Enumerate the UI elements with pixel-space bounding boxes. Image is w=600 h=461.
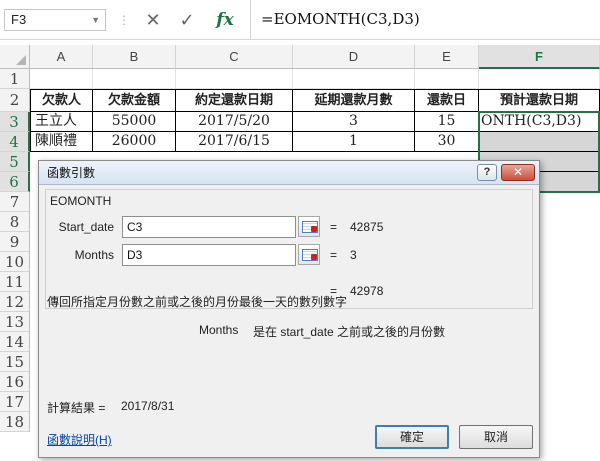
function-help-link[interactable]: 函數說明(H) xyxy=(47,431,112,448)
function-arguments-dialog: 函數引數 ? ✕ EOMONTH Start_date C3 = 42875 M… xyxy=(38,160,540,458)
cell-c3[interactable]: 2017/5/20 xyxy=(176,112,293,132)
name-box-value: F3 xyxy=(11,12,27,27)
cell-a1[interactable] xyxy=(30,69,93,89)
cell-d3[interactable]: 3 xyxy=(293,112,415,132)
function-arguments-group: EOMONTH Start_date C3 = 42875 Months D3 … xyxy=(45,189,533,309)
row-header-1[interactable]: 1 xyxy=(0,69,30,89)
months-equals: = xyxy=(330,248,338,262)
formula-result: 42978 xyxy=(350,284,384,298)
row-header-7[interactable]: 7 xyxy=(0,192,30,212)
argument-description: 是在 start_date 之前或之後的月份數 xyxy=(253,325,446,339)
select-all-button[interactable] xyxy=(0,45,30,69)
row-header-18[interactable]: 18 xyxy=(0,412,30,432)
column-header-b[interactable]: B xyxy=(93,45,176,69)
header-cell-due-date[interactable]: 約定還款日期 xyxy=(176,89,293,112)
cell-c4[interactable]: 2017/6/15 xyxy=(176,132,293,152)
formula-input[interactable]: =EOMONTH(C3,D3) xyxy=(250,0,600,39)
chevron-down-icon[interactable]: ▼ xyxy=(91,10,100,30)
formula-bar: F3 ▼ ⋮ ✕ ✓ fx =EOMONTH(C3,D3) xyxy=(0,0,600,40)
column-header-c[interactable]: C xyxy=(176,45,293,69)
dialog-titlebar[interactable]: 函數引數 ? ✕ xyxy=(39,161,539,185)
insert-function-icon[interactable]: fx xyxy=(212,9,238,31)
function-description: 傳回所指定月份數之前或之後的月份最後一天的數列數字 xyxy=(47,295,348,309)
column-header-f[interactable]: F xyxy=(479,45,600,69)
range-select-icon[interactable] xyxy=(298,216,320,237)
help-button[interactable]: ? xyxy=(477,164,497,181)
header-cell-repay-day[interactable]: 還款日 xyxy=(415,89,479,112)
start-date-label: Start_date xyxy=(58,220,114,234)
name-box[interactable]: F3 ▼ xyxy=(4,9,106,31)
cell-c1[interactable] xyxy=(176,69,293,89)
header-cell-amount[interactable]: 欠款金額 xyxy=(93,89,176,112)
cell-d4[interactable]: 1 xyxy=(293,132,415,152)
months-result: 3 xyxy=(350,248,357,262)
row-header-15[interactable]: 15 xyxy=(0,352,30,372)
row-header-14[interactable]: 14 xyxy=(0,332,30,352)
row-header-12[interactable]: 12 xyxy=(0,292,30,312)
row-header-13[interactable]: 13 xyxy=(0,312,30,332)
x-icon[interactable]: ✕ xyxy=(140,9,166,31)
row-header-2[interactable]: 2 xyxy=(0,89,30,112)
months-label: Months xyxy=(74,248,114,262)
row-header-5[interactable]: 5 xyxy=(0,152,30,172)
start-date-result: 42875 xyxy=(350,220,384,234)
cell-b3[interactable]: 55000 xyxy=(93,112,176,132)
cell-e1[interactable] xyxy=(415,69,479,89)
row-header-16[interactable]: 16 xyxy=(0,372,30,392)
header-cell-debtor[interactable]: 欠款人 xyxy=(30,89,93,112)
row-header-17[interactable]: 17 xyxy=(0,392,30,412)
cell-d1[interactable] xyxy=(293,69,415,89)
start-date-equals: = xyxy=(330,220,338,234)
dialog-title: 函數引數 xyxy=(47,166,96,180)
cell-e4[interactable]: 30 xyxy=(415,132,479,152)
start-date-input[interactable]: C3 xyxy=(122,216,296,238)
cell-f3[interactable]: ONTH(C3,D3) xyxy=(479,112,600,132)
row-header-3[interactable]: 3 xyxy=(0,112,30,132)
calc-result-label: 計算結果 = xyxy=(47,401,106,415)
row-header-11[interactable]: 11 xyxy=(0,272,30,292)
column-header-e[interactable]: E xyxy=(415,45,479,69)
header-cell-extension-months[interactable]: 延期還款月數 xyxy=(293,89,415,112)
cell-a4[interactable]: 陳順禮 xyxy=(30,132,93,152)
calc-result-value: 2017/8/31 xyxy=(121,399,175,413)
header-cell-expected-date[interactable]: 預計還款日期 xyxy=(479,89,600,112)
row-header-4[interactable]: 4 xyxy=(0,132,30,152)
months-input[interactable]: D3 xyxy=(122,244,296,266)
cell-f4[interactable] xyxy=(479,132,600,152)
row-header-9[interactable]: 9 xyxy=(0,232,30,252)
formula-bar-grip-icon: ⋮ xyxy=(118,13,130,27)
argument-description-name: Months xyxy=(199,323,239,337)
cell-b1[interactable] xyxy=(93,69,176,89)
row-header-6[interactable]: 6 xyxy=(0,172,30,192)
function-name: EOMONTH xyxy=(50,194,112,208)
check-icon[interactable]: ✓ xyxy=(174,9,200,31)
close-button[interactable]: ✕ xyxy=(501,164,535,181)
range-select-icon[interactable] xyxy=(298,244,320,265)
cancel-button[interactable]: 取消 xyxy=(459,425,533,449)
column-header-a[interactable]: A xyxy=(30,45,93,69)
cell-a3[interactable]: 王立人 xyxy=(30,112,93,132)
row-header-10[interactable]: 10 xyxy=(0,252,30,272)
cell-f1[interactable] xyxy=(479,69,600,89)
cell-b4[interactable]: 26000 xyxy=(93,132,176,152)
column-header-d[interactable]: D xyxy=(293,45,415,69)
row-header-8[interactable]: 8 xyxy=(0,212,30,232)
cell-e3[interactable]: 15 xyxy=(415,112,479,132)
ok-button[interactable]: 確定 xyxy=(375,425,449,449)
